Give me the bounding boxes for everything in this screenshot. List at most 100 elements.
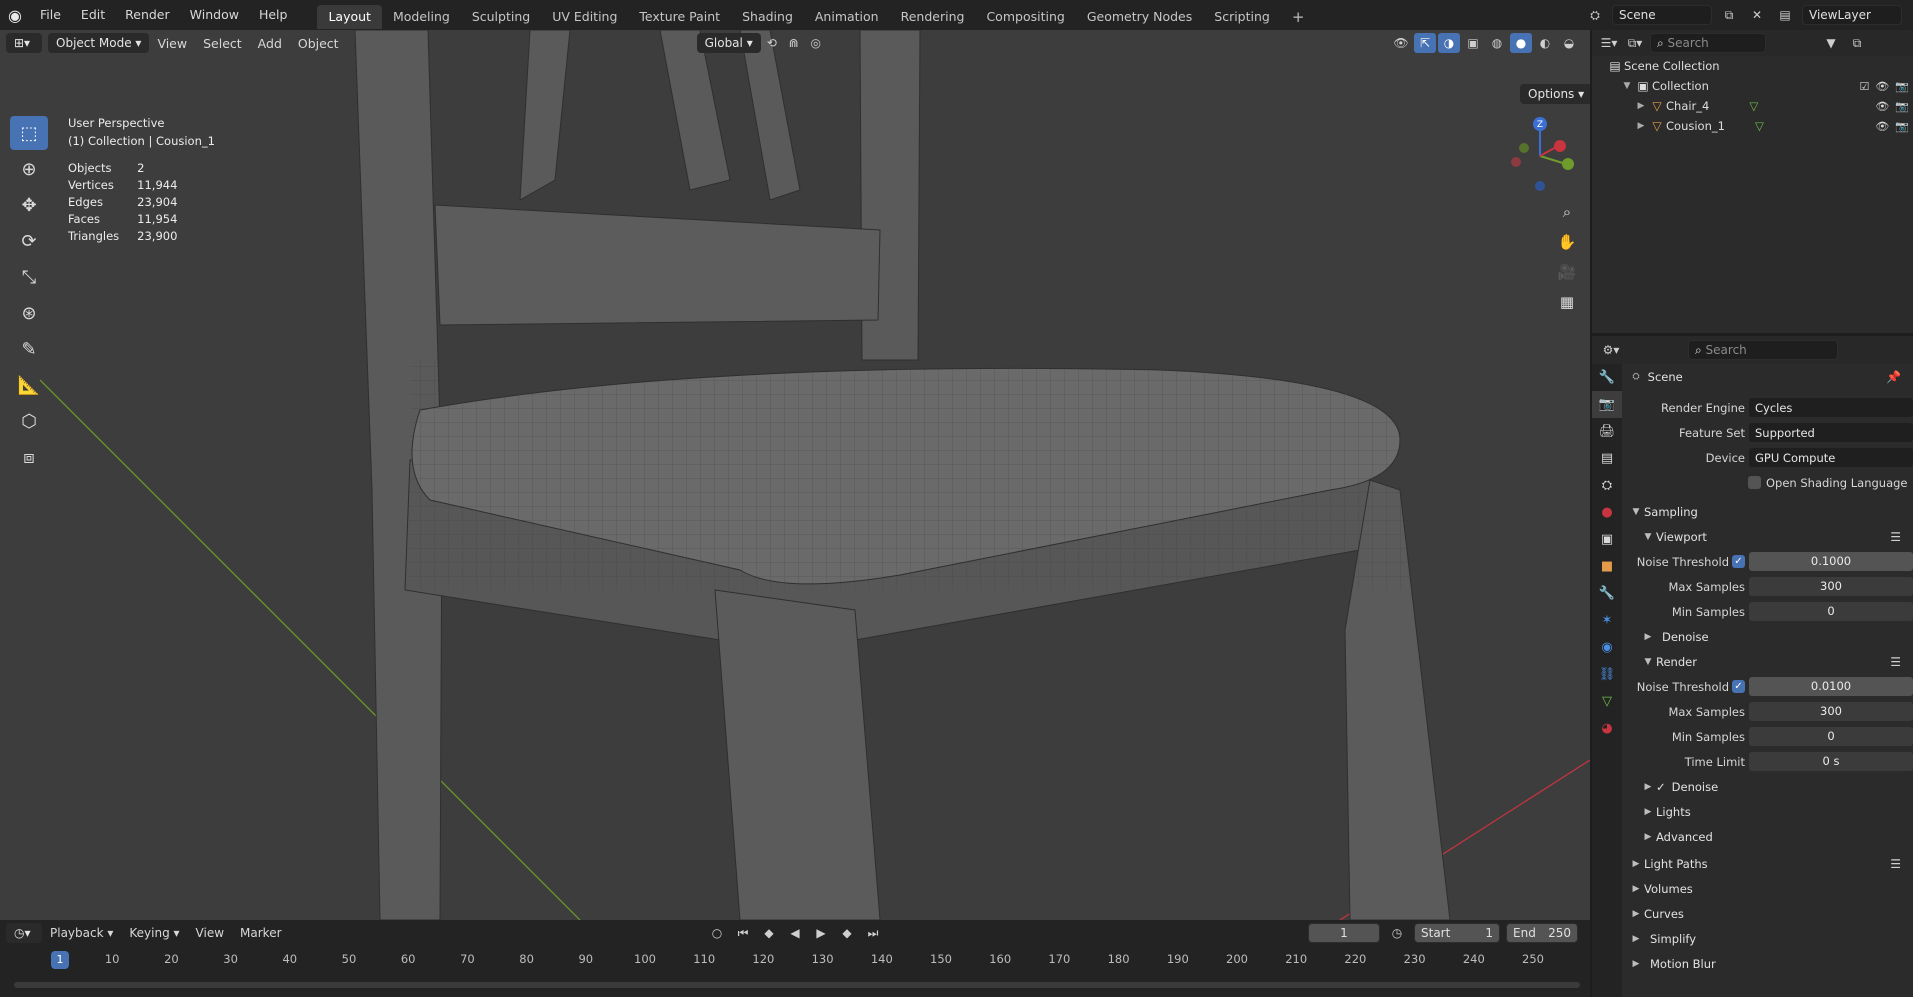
osl-checkbox[interactable]	[1748, 476, 1761, 489]
tab-shading[interactable]: Shading	[731, 5, 804, 29]
prev-keyframe-icon[interactable]: ◆	[758, 923, 780, 943]
move-tool-icon[interactable]: ✥	[10, 188, 48, 222]
transform-orientation-dropdown[interactable]: Global ▾	[696, 33, 761, 53]
tab-uv-editing[interactable]: UV Editing	[541, 5, 628, 29]
tab-rendering[interactable]: Rendering	[890, 5, 976, 29]
advanced-subsection[interactable]: ▶ Advanced	[1624, 824, 1913, 849]
timeline-editor-type-button[interactable]: ◷▾	[6, 923, 42, 943]
tab-compositing[interactable]: Compositing	[975, 5, 1075, 29]
start-frame-field[interactable]: Start 1	[1414, 923, 1500, 943]
tab-modeling[interactable]: Modeling	[382, 5, 461, 29]
timeline-menu-keying[interactable]: Keying ▾	[121, 926, 187, 940]
physics-tab-icon[interactable]: ◉	[1592, 634, 1622, 661]
eye-icon[interactable]: 👁	[1875, 80, 1889, 93]
presets-list-icon[interactable]: ☰	[1890, 655, 1901, 669]
visibility-icon[interactable]: 👁	[1390, 33, 1412, 53]
gizmo-toggle-icon[interactable]: ⇱	[1414, 33, 1436, 53]
properties-editor-type-icon[interactable]: ⚙▾	[1600, 340, 1622, 360]
tab-scripting[interactable]: Scripting	[1203, 5, 1281, 29]
eye-icon[interactable]: 👁	[1875, 100, 1889, 113]
viewport-subsection-header[interactable]: ▼ Viewport ☰	[1624, 524, 1913, 549]
modifier-tab-icon[interactable]: 🔧	[1592, 580, 1622, 607]
overlay-toggle-icon[interactable]: ◑	[1438, 33, 1460, 53]
tab-layout[interactable]: Layout	[317, 4, 382, 29]
outliner-row-collection[interactable]: ▼ ▣ Collection ☑ 👁 📷	[1592, 76, 1913, 96]
frame-cursor-marker[interactable]: 1	[51, 951, 69, 969]
vp-min-samples-field[interactable]: 0	[1749, 602, 1913, 621]
expand-arrow-icon[interactable]: ▼	[1620, 81, 1634, 91]
expand-arrow-icon[interactable]: ▶	[1634, 101, 1648, 111]
vp-noise-threshold-checkbox[interactable]: ✓	[1732, 555, 1745, 568]
preview-range-icon[interactable]: ◷	[1386, 923, 1408, 943]
ortho-grid-icon[interactable]: ▦	[1554, 288, 1580, 316]
viewport-menu-add[interactable]: Add	[250, 36, 290, 51]
constraints-tab-icon[interactable]: ⛓	[1592, 661, 1622, 688]
render-engine-dropdown[interactable]: Cycles	[1749, 398, 1913, 417]
timeline-menu-playback[interactable]: Playback ▾	[42, 926, 121, 940]
device-dropdown[interactable]: GPU Compute	[1749, 448, 1913, 467]
outliner-row-chair[interactable]: ▶ ▽ Chair_4 ▽ 👁 📷	[1592, 96, 1913, 116]
render-subsection-header[interactable]: ▼ Render ☰	[1624, 649, 1913, 674]
curves-section[interactable]: ▶ Curves	[1624, 901, 1913, 926]
tab-animation[interactable]: Animation	[804, 5, 890, 29]
vp-max-samples-field[interactable]: 300	[1749, 577, 1913, 596]
timeline-scrollbar[interactable]	[14, 982, 1580, 988]
menu-window[interactable]: Window	[180, 0, 249, 30]
r-denoise-checkbox[interactable]: ✓	[1656, 780, 1666, 794]
vp-noise-threshold-field[interactable]: 0.1000	[1749, 552, 1913, 571]
camera-icon[interactable]: 📷	[1895, 120, 1909, 133]
end-frame-field[interactable]: End 250	[1506, 923, 1578, 943]
add-object-tool-icon[interactable]: ⧈	[10, 440, 48, 474]
frame-ruler[interactable]: 10 20 30 40 50 60 70 80 90 100 110 120 130 140 150 160 1…	[0, 948, 1590, 972]
blender-logo-icon[interactable]: ◉	[0, 0, 30, 30]
menu-file[interactable]: File	[30, 0, 71, 30]
zoom-icon[interactable]: ⌕	[1554, 198, 1580, 226]
new-view-layer-icon[interactable]: ⧉	[1908, 5, 1913, 25]
eye-icon[interactable]: 👁	[1875, 120, 1889, 133]
navigation-gizmo[interactable]: Z	[1500, 116, 1580, 196]
r-max-samples-field[interactable]: 300	[1749, 702, 1913, 721]
menu-edit[interactable]: Edit	[71, 0, 115, 30]
motion-blur-section[interactable]: ▶ Motion Blur	[1624, 951, 1913, 976]
object-tab-icon[interactable]: ■	[1592, 553, 1622, 580]
play-reverse-icon[interactable]: ◀	[784, 923, 806, 943]
r-time-limit-field[interactable]: 0 s	[1749, 752, 1913, 771]
r-noise-threshold-checkbox[interactable]: ✓	[1732, 680, 1745, 693]
transform-tool-icon[interactable]: ⊛	[10, 296, 48, 330]
outliner-row-cousion[interactable]: ▶ ▽ Cousion_1 ▽ 👁 📷	[1592, 116, 1913, 136]
xray-icon[interactable]: ▣	[1462, 33, 1484, 53]
feature-set-dropdown[interactable]: Supported	[1749, 423, 1913, 442]
new-collection-icon[interactable]: ⧉	[1846, 33, 1868, 53]
checkbox-icon[interactable]: ☑	[1859, 80, 1869, 93]
presets-list-icon[interactable]: ☰	[1890, 530, 1901, 544]
simplify-section[interactable]: ▶ Simplify	[1624, 926, 1913, 951]
mode-dropdown[interactable]: Object Mode ▾	[48, 33, 150, 53]
volumes-section[interactable]: ▶ Volumes	[1624, 876, 1913, 901]
camera-icon[interactable]: 📷	[1895, 100, 1909, 113]
menu-render[interactable]: Render	[115, 0, 180, 30]
delete-scene-icon[interactable]: ✕	[1746, 5, 1768, 25]
rotate-tool-icon[interactable]: ⟳	[10, 224, 48, 258]
wireframe-shading-icon[interactable]: ◍	[1486, 33, 1508, 53]
new-scene-icon[interactable]: ⧉	[1718, 5, 1740, 25]
output-tab-icon[interactable]: 🖨	[1592, 418, 1622, 445]
viewport-menu-select[interactable]: Select	[195, 36, 250, 51]
jump-start-icon[interactable]: ⏮	[732, 923, 754, 943]
solid-shading-icon[interactable]: ●	[1510, 33, 1532, 53]
viewport-menu-object[interactable]: Object	[290, 36, 347, 51]
menu-help[interactable]: Help	[249, 0, 298, 30]
add-cube-tool-icon[interactable]: ⬡	[10, 404, 48, 438]
display-mode-icon[interactable]: ⧉▾	[1624, 33, 1646, 53]
vp-denoise-subsection[interactable]: ▶ Denoise	[1624, 624, 1913, 649]
tab-geometry-nodes[interactable]: Geometry Nodes	[1076, 5, 1203, 29]
options-dropdown[interactable]: Options ▾	[1520, 84, 1590, 104]
light-paths-section[interactable]: ▶ Light Paths ☰	[1624, 851, 1913, 876]
presets-list-icon[interactable]: ☰	[1890, 857, 1901, 871]
view-layer-icon[interactable]: ▤	[1774, 5, 1796, 25]
outliner-search-input[interactable]: ⌕ Search	[1650, 33, 1766, 53]
tab-sculpting[interactable]: Sculpting	[461, 5, 541, 29]
tab-texture-paint[interactable]: Texture Paint	[628, 5, 731, 29]
collection-tab-icon[interactable]: ▣	[1592, 526, 1622, 553]
filter-icon[interactable]: ▼	[1820, 33, 1842, 53]
select-box-tool-icon[interactable]: ⬚	[10, 116, 48, 150]
